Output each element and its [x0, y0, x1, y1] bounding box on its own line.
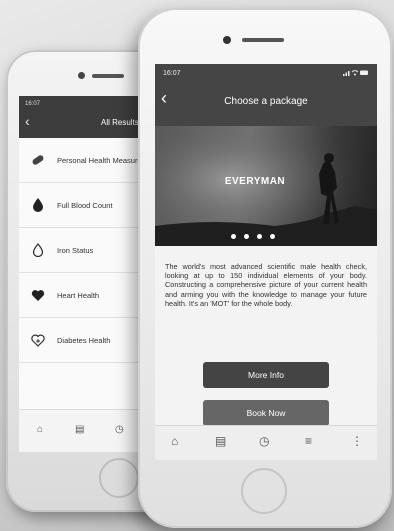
more-info-button[interactable]: More Info	[203, 362, 329, 388]
package-name: EVERYMAN	[224, 176, 286, 187]
front-phone: 16:07 ‹ Choose a package EVERYMAN The wo…	[138, 8, 392, 528]
list-item-label: Diabetes Health	[57, 335, 111, 345]
pill-icon	[31, 153, 45, 167]
results-title: All Results	[101, 118, 139, 127]
clock-icon[interactable]: ◷	[259, 434, 269, 448]
list-item-label: Iron Status	[57, 245, 94, 255]
status-time: 16:07	[25, 101, 41, 107]
back-arrow-icon[interactable]: ‹	[25, 113, 30, 129]
list-item-label: Heart Health	[57, 290, 100, 300]
carousel-dot[interactable]	[270, 234, 275, 239]
sugar-heart-icon	[31, 333, 45, 347]
clock-icon[interactable]: ◷	[115, 424, 124, 435]
drop-outline-icon	[31, 243, 45, 257]
status-icons	[343, 69, 369, 78]
package-description: The world's most advanced scientific mal…	[165, 262, 367, 308]
blood-drop-icon	[31, 198, 45, 212]
results-icon[interactable]: ▤	[215, 434, 226, 448]
book-now-button[interactable]: Book Now	[203, 400, 329, 426]
home-icon[interactable]: ⌂	[37, 424, 43, 435]
status-time: 16:07	[163, 70, 181, 77]
front-phone-screen: 16:07 ‹ Choose a package EVERYMAN The wo…	[155, 64, 377, 460]
home-button[interactable]	[241, 468, 287, 514]
page-title: Choose a package	[224, 96, 308, 107]
earpiece-speaker	[242, 38, 284, 42]
earpiece-speaker	[92, 74, 124, 78]
package-hero-carousel[interactable]: EVERYMAN	[155, 126, 377, 246]
front-camera	[223, 36, 231, 44]
carousel-dot[interactable]	[244, 234, 249, 239]
package-header: 16:07 ‹ Choose a package	[155, 64, 377, 126]
carousel-dots[interactable]	[231, 234, 275, 239]
more-icon[interactable]: ⋮	[351, 434, 363, 448]
home-button[interactable]	[99, 458, 139, 498]
home-icon[interactable]: ⌂	[171, 434, 178, 448]
messages-icon[interactable]: ≡	[305, 434, 312, 448]
list-item-label: Full Blood Count	[57, 200, 113, 210]
front-tab-bar: ⌂ ▤ ◷ ≡ ⋮	[155, 425, 377, 460]
carousel-dot[interactable]	[257, 234, 262, 239]
front-camera	[78, 72, 85, 79]
carousel-dot[interactable]	[231, 234, 236, 239]
results-icon[interactable]: ▤	[75, 424, 84, 435]
heart-icon	[31, 288, 45, 302]
